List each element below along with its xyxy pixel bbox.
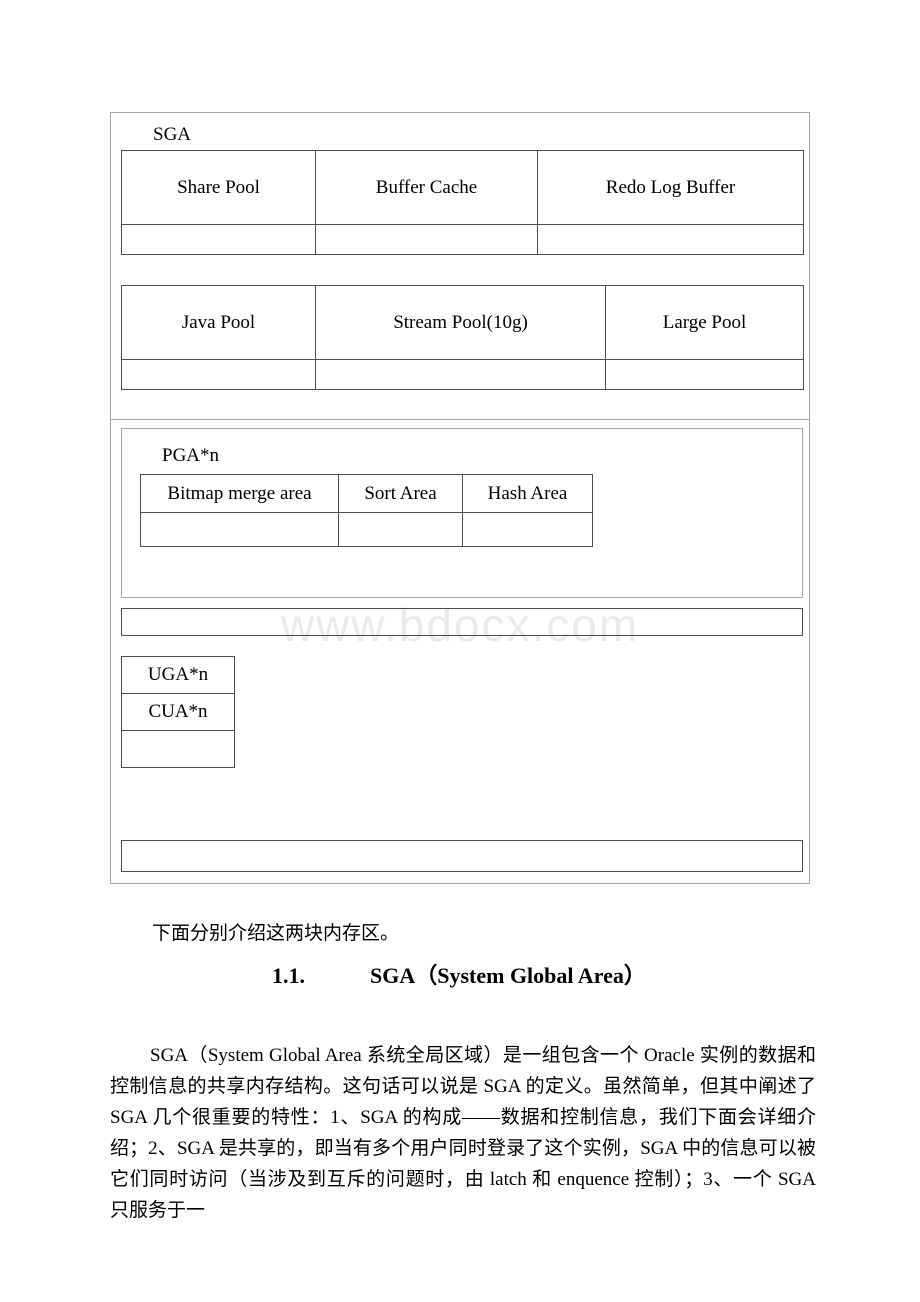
- pga-bottom-row: [121, 840, 803, 872]
- table-row: [140, 512, 593, 547]
- cell-sort-area-empty: [338, 512, 463, 547]
- pga-inner-frame: PGA*n Bitmap merge area Sort Area Hash A…: [121, 428, 803, 598]
- cell-java-pool-empty: [121, 359, 316, 390]
- uga-cua-table: UGA*n CUA*n: [121, 656, 235, 768]
- table-row: CUA*n: [121, 693, 235, 731]
- cell-hash-area: Hash Area: [462, 474, 593, 513]
- table-row: [121, 359, 804, 390]
- cell-bitmap-merge-area: Bitmap merge area: [140, 474, 339, 513]
- cell-share-pool-empty: [121, 224, 316, 255]
- table-row: Java Pool Stream Pool(10g) Large Pool: [121, 285, 804, 360]
- cell-stream-pool-empty: [315, 359, 606, 390]
- sga-label: SGA: [153, 124, 192, 145]
- cell-sort-area: Sort Area: [338, 474, 463, 513]
- document-page: www.bdocx.com SGA Share Pool Buffer Cach…: [0, 0, 920, 1302]
- heading-number: 1.1.: [272, 963, 305, 988]
- table-row: [121, 224, 804, 255]
- pga-label: PGA*n: [162, 445, 220, 466]
- cell-uga: UGA*n: [121, 656, 235, 694]
- cell-hash-area-empty: [462, 512, 593, 547]
- cell-large-pool: Large Pool: [605, 285, 804, 360]
- cell-stream-pool: Stream Pool(10g): [315, 285, 606, 360]
- table-row: [121, 730, 235, 768]
- pga-separator-row: [121, 608, 803, 636]
- cell-cua: CUA*n: [121, 693, 235, 731]
- table-row: UGA*n: [121, 656, 235, 694]
- cell-bitmap-merge-area-empty: [140, 512, 339, 547]
- cell-large-pool-empty: [605, 359, 804, 390]
- cell-buffer-cache-empty: [315, 224, 538, 255]
- table-row: Bitmap merge area Sort Area Hash Area: [140, 474, 593, 513]
- cell-stack-empty: [121, 730, 235, 768]
- heading-title: SGA（System Global Area）: [370, 963, 646, 988]
- section-body-paragraph: SGA（System Global Area 系统全局区域）是一组包含一个 Or…: [110, 1045, 816, 1221]
- pga-area-table: Bitmap merge area Sort Area Hash Area: [140, 474, 593, 547]
- cell-share-pool: Share Pool: [121, 150, 316, 225]
- sga-pool-table-2: Java Pool Stream Pool(10g) Large Pool: [121, 285, 804, 390]
- sga-container: SGA Share Pool Buffer Cache Redo Log Buf…: [110, 112, 810, 420]
- oracle-memory-diagram: SGA Share Pool Buffer Cache Redo Log Buf…: [110, 112, 810, 884]
- cell-redo-log-buffer-empty: [537, 224, 804, 255]
- intro-paragraph: 下面分别介绍这两块内存区。: [152, 923, 400, 944]
- cell-buffer-cache: Buffer Cache: [315, 150, 538, 225]
- cell-java-pool: Java Pool: [121, 285, 316, 360]
- section-heading: 1.1. SGA（System Global Area）: [272, 958, 646, 990]
- table-row: Share Pool Buffer Cache Redo Log Buffer: [121, 150, 804, 225]
- sga-pool-table-1: Share Pool Buffer Cache Redo Log Buffer: [121, 150, 804, 255]
- pga-container: PGA*n Bitmap merge area Sort Area Hash A…: [110, 420, 810, 884]
- cell-redo-log-buffer: Redo Log Buffer: [537, 150, 804, 225]
